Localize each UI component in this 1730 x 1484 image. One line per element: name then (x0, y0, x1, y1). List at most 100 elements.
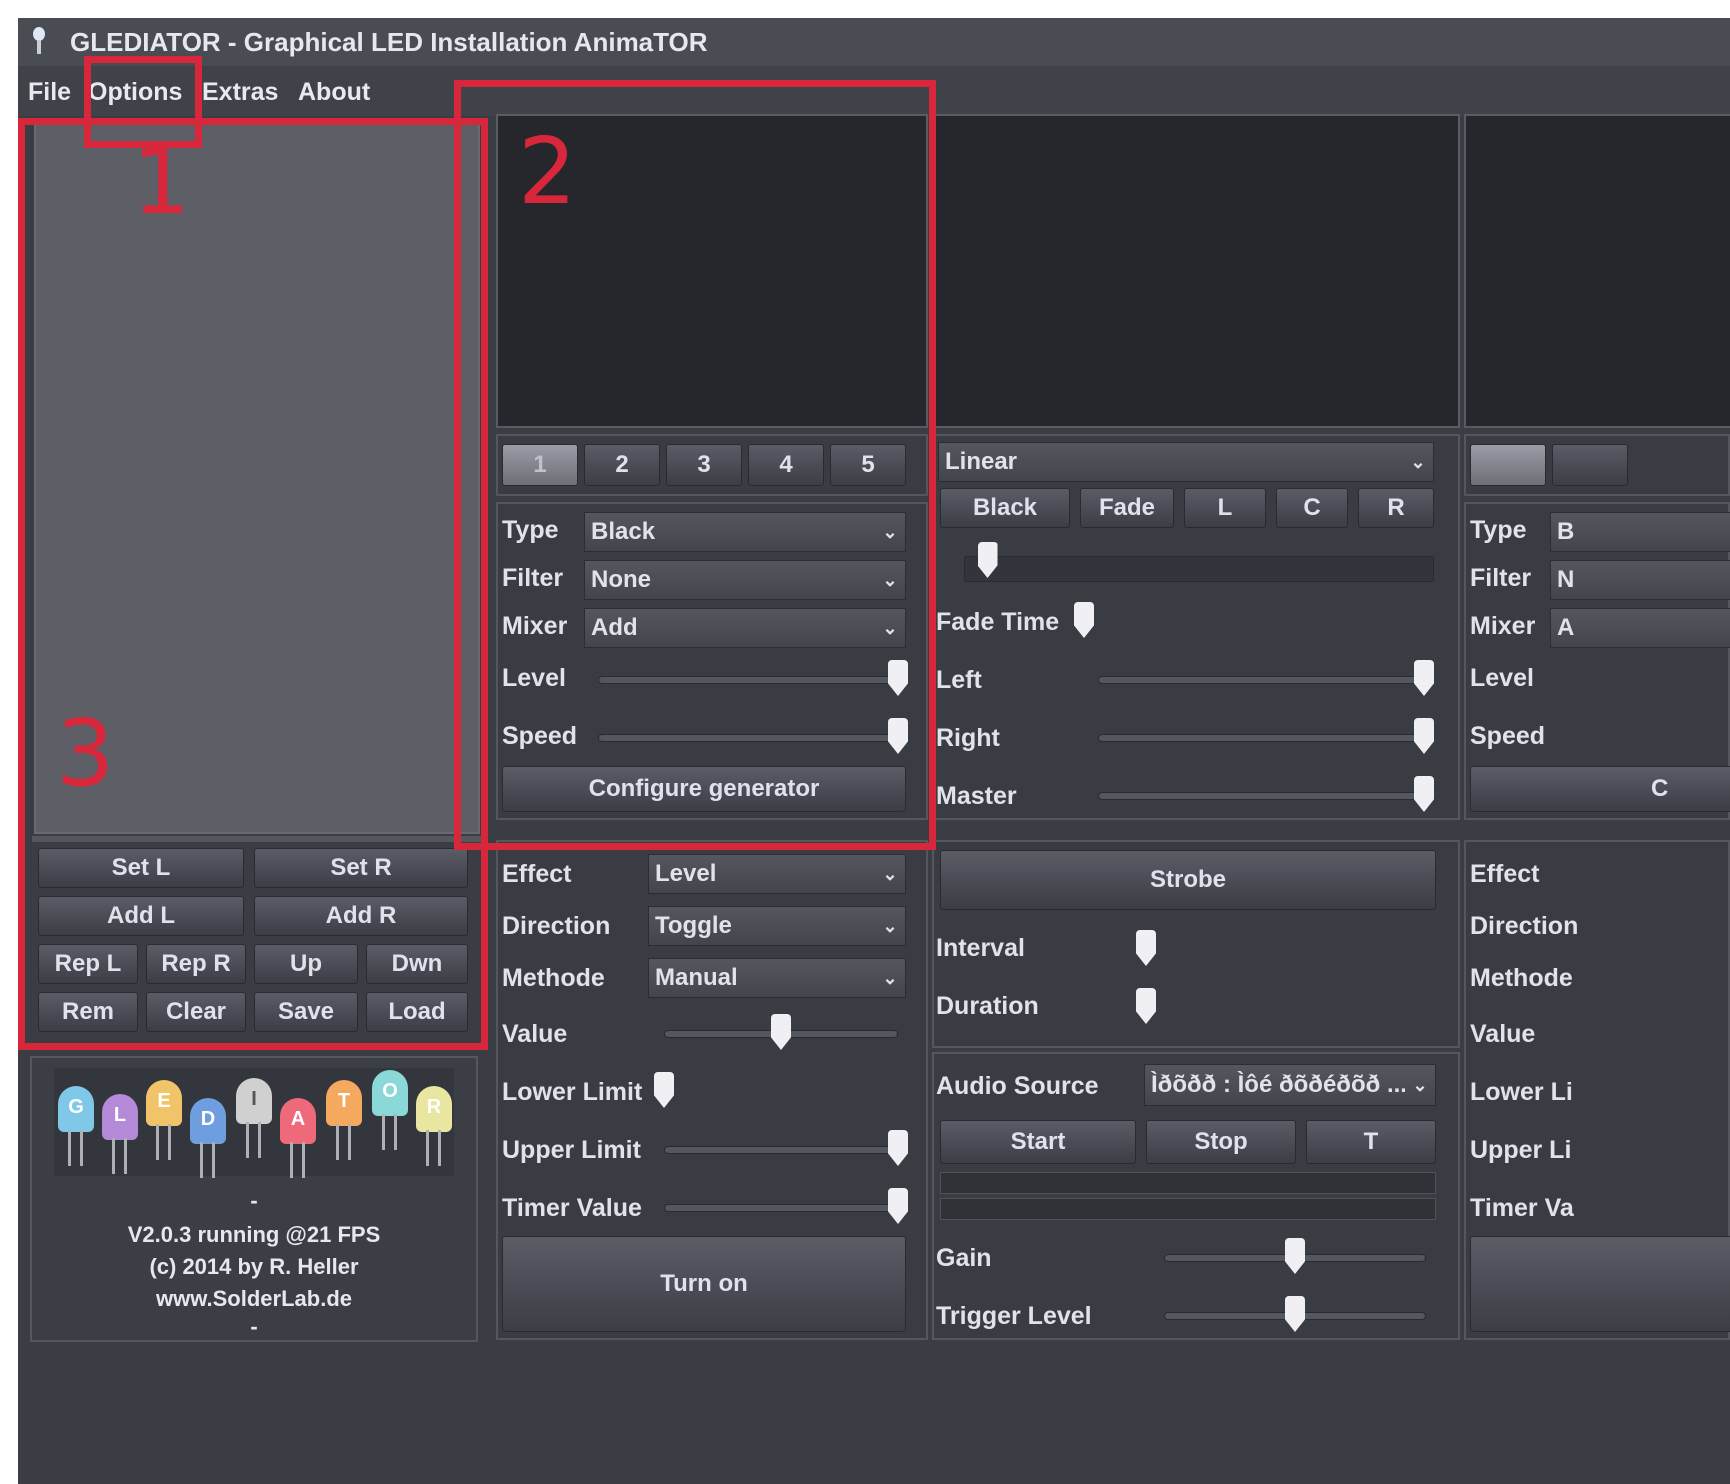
lower-limit-handle[interactable] (654, 1072, 674, 1108)
direction-label: Direction (502, 912, 611, 940)
generator-panel-right: Type B Filter N Mixer A Level Speed C (1464, 502, 1730, 820)
fade-button[interactable]: Fade (1080, 488, 1174, 528)
fade-mode-select[interactable]: Linear ⌄ (938, 442, 1434, 482)
right-button[interactable]: R (1358, 488, 1434, 528)
led-o-icon: O (372, 1070, 408, 1150)
chevron-down-icon: ⌄ (882, 967, 898, 988)
lower-limit-label: Lower Limit (502, 1078, 643, 1106)
tab-right-2[interactable] (1552, 444, 1628, 486)
menu-extras[interactable]: Extras (202, 78, 278, 107)
direction-select[interactable]: Toggle ⌄ (648, 906, 906, 946)
led-g-icon: G (58, 1086, 94, 1166)
type-select-right[interactable]: B (1550, 512, 1730, 552)
app-window: GLEDIATOR - Graphical LED Installation A… (18, 18, 1730, 1484)
lower-limit-label-right: Lower Li (1470, 1078, 1573, 1106)
crossfader-slider[interactable] (964, 556, 1434, 582)
upper-limit-handle[interactable] (888, 1130, 908, 1166)
duration-label: Duration (936, 992, 1039, 1020)
interval-label: Interval (936, 934, 1025, 962)
audio-stop-button[interactable]: Stop (1146, 1120, 1296, 1164)
footer-dash-bottom: - (250, 1314, 258, 1339)
turn-on-button-right[interactable] (1470, 1236, 1730, 1332)
value-handle[interactable] (771, 1014, 791, 1050)
right-level-slider[interactable] (1098, 734, 1424, 742)
chevron-down-icon: ⌄ (1410, 451, 1426, 472)
menu-about[interactable]: About (298, 78, 370, 107)
effect-select[interactable]: Level ⌄ (648, 854, 906, 894)
fade-time-handle[interactable] (1074, 602, 1094, 638)
trigger-level-handle[interactable] (1285, 1296, 1305, 1332)
strobe-panel: Strobe Interval Duration (932, 840, 1460, 1048)
center-button[interactable]: C (1276, 488, 1348, 528)
master-handle[interactable] (1414, 776, 1434, 812)
timer-value-label-right: Timer Va (1470, 1194, 1574, 1222)
led-r-icon: R (416, 1086, 452, 1166)
value-label-right: Value (1470, 1020, 1536, 1048)
value-label: Value (502, 1020, 568, 1048)
tab-right-1[interactable] (1470, 444, 1546, 486)
methode-label-right: Methode (1470, 964, 1573, 992)
main-output-preview (932, 114, 1460, 428)
trigger-level-label: Trigger Level (936, 1302, 1092, 1330)
upper-limit-slider[interactable] (664, 1146, 898, 1154)
strobe-button[interactable]: Strobe (940, 850, 1436, 910)
left-button[interactable]: L (1184, 488, 1266, 528)
led-l-icon: L (102, 1094, 138, 1174)
menu-file[interactable]: File (28, 78, 71, 107)
footer-dash-top: - (250, 1188, 258, 1213)
audio-panel: Audio Source Ìðõðð : Ìôé ðõðéðõð ... ⌄ St… (932, 1052, 1460, 1340)
audio-t-button[interactable]: T (1306, 1120, 1436, 1164)
title-bar: GLEDIATOR - Graphical LED Installation A… (18, 18, 1730, 66)
version-text: V2.0.3 running @21 FPS (127, 1222, 381, 1247)
audio-source-select[interactable]: Ìðõðð : Ìôé ðõðéðõð ... ⌄ (1144, 1064, 1436, 1106)
upper-limit-label-right: Upper Li (1470, 1136, 1572, 1164)
annotation-number-3: 3 (56, 700, 115, 807)
chevron-down-icon: ⌄ (882, 915, 898, 936)
duration-handle[interactable] (1136, 988, 1156, 1024)
master-label: Master (936, 782, 1017, 810)
copyright-text: (c) 2014 by R. Heller (149, 1254, 359, 1279)
audio-level-meter-1 (940, 1172, 1436, 1194)
filter-label-right: Filter (1470, 564, 1532, 592)
deck-tabs-right (1464, 434, 1730, 496)
left-level-handle[interactable] (1414, 660, 1434, 696)
fade-time-label: Fade Time (936, 608, 1060, 636)
about-panel: G L E D I A T O R - V2.0.3 running @21 F… (30, 1056, 478, 1342)
effect-label-right: Effect (1470, 860, 1540, 888)
methode-select[interactable]: Manual ⌄ (648, 958, 906, 998)
interval-handle[interactable] (1136, 930, 1156, 966)
gain-label: Gain (936, 1244, 992, 1272)
audio-source-label: Audio Source (936, 1072, 1099, 1100)
effect-label: Effect (502, 860, 572, 888)
led-e-icon: E (146, 1080, 182, 1160)
right-deck-preview (1464, 114, 1730, 428)
timer-value-slider[interactable] (664, 1204, 898, 1212)
chevron-down-icon: ⌄ (882, 863, 898, 884)
speed-label-right: Speed (1470, 722, 1546, 750)
timer-value-label: Timer Value (502, 1194, 642, 1222)
master-slider[interactable] (1098, 792, 1424, 800)
gain-handle[interactable] (1285, 1238, 1305, 1274)
website-link[interactable]: www.SolderLab.de (32, 1286, 476, 1312)
configure-generator-button-right[interactable]: C (1470, 766, 1730, 812)
glediator-logo: G L E D I A T O R (54, 1068, 454, 1178)
turn-on-button[interactable]: Turn on (502, 1236, 906, 1332)
left-level-label: Left (936, 666, 982, 694)
level-label-right: Level (1470, 664, 1534, 692)
annotation-number-2: 2 (518, 118, 577, 225)
audio-start-button[interactable]: Start (940, 1120, 1136, 1164)
left-level-slider[interactable] (1098, 676, 1424, 684)
filter-select-right[interactable]: N (1550, 560, 1730, 600)
mixer-select-right[interactable]: A (1550, 608, 1730, 648)
crossfader-panel: Linear ⌄ Black Fade L C R Fade Time Left … (932, 434, 1460, 820)
effect-panel-left: Effect Level ⌄ Direction Toggle ⌄ Methode … (496, 840, 928, 1340)
right-level-label: Right (936, 724, 1000, 752)
upper-limit-label: Upper Limit (502, 1136, 641, 1164)
right-level-handle[interactable] (1414, 718, 1434, 754)
led-a-icon: A (280, 1098, 316, 1178)
black-button[interactable]: Black (940, 488, 1070, 528)
app-led-icon (33, 27, 45, 54)
timer-value-handle[interactable] (888, 1188, 908, 1224)
led-d-icon: D (190, 1098, 226, 1178)
led-i-icon: I (236, 1078, 272, 1158)
